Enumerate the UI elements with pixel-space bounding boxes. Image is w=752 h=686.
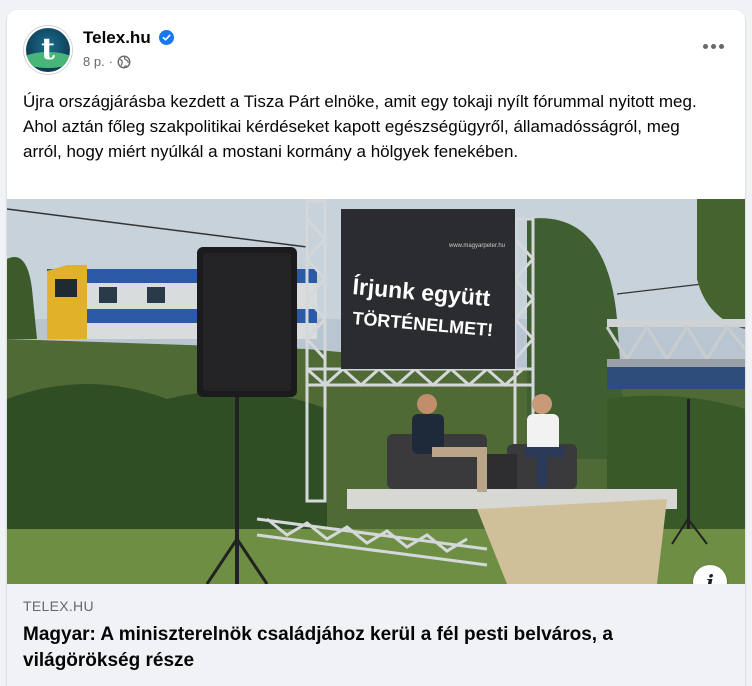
link-preview[interactable]: TELEX.HU Magyar: A miniszterelnök család… (7, 584, 745, 686)
post-meta: 8 p. · (83, 54, 131, 69)
post-header: t Telex.hu 8 p. · (7, 10, 745, 80)
verified-badge-icon (159, 30, 174, 45)
page-avatar[interactable]: t (23, 25, 73, 75)
globe-icon[interactable] (117, 55, 131, 69)
post-card: t Telex.hu 8 p. · Újra országjárásba kez… (7, 10, 745, 686)
logo-letter: t (41, 32, 55, 67)
link-domain: TELEX.HU (23, 598, 94, 614)
link-headline[interactable]: Magyar: A miniszterelnök családjához ker… (23, 622, 723, 674)
meta-separator: · (108, 54, 114, 69)
post-timestamp[interactable]: 8 p. (83, 54, 105, 69)
post-text: Újra országjárásba kezdett a Tisza Párt … (23, 92, 697, 161)
page-name-link[interactable]: Telex.hu (83, 28, 151, 48)
more-options-icon[interactable] (695, 32, 731, 60)
telex-logo: t (26, 28, 70, 72)
post-photo[interactable]: www.magyarpeter.hu Írjunk együtt TÖRTÉNE… (7, 199, 745, 584)
banner-url: www.magyarpeter.hu (448, 243, 505, 249)
